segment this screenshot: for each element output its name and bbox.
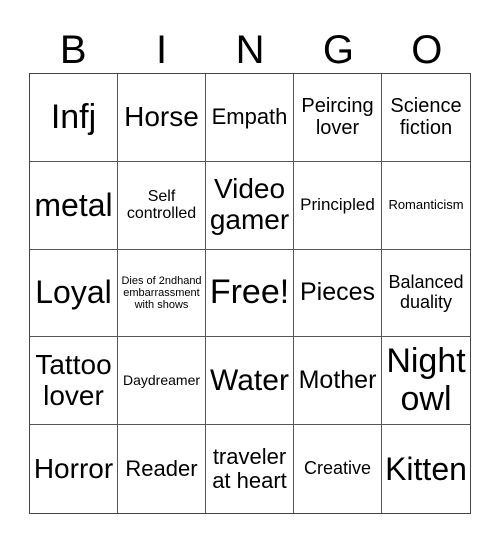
bingo-cell[interactable]: Horror [30, 425, 118, 513]
bingo-cell-text: Night owl [386, 342, 466, 418]
bingo-cell-text: Reader [125, 456, 198, 481]
bingo-cell[interactable]: Night owl [382, 337, 470, 426]
header-letter-g: G [322, 28, 354, 72]
bingo-cell-text: traveler at heart [212, 443, 287, 494]
bingo-cell-text: Daydreamer [122, 372, 201, 389]
bingo-cell-text: metal [34, 186, 113, 223]
bingo-cell[interactable]: Free! [206, 249, 294, 338]
bingo-cell[interactable]: Pieces [294, 249, 382, 338]
bingo-cell[interactable]: Principled [294, 161, 382, 250]
bingo-cell-text: Creative [303, 458, 372, 479]
bingo-cell-text: Balanced duality [388, 272, 464, 312]
bingo-cell[interactable]: traveler at heart [206, 425, 294, 513]
bingo-cell-text: Kitten [385, 450, 467, 487]
bingo-cell[interactable]: Romanticism [382, 162, 470, 250]
header-letter-o: O [411, 28, 443, 72]
bingo-cell-text: Loyal [35, 274, 112, 311]
bingo-cell[interactable]: metal [30, 161, 118, 250]
bingo-cell[interactable]: Loyal [30, 249, 118, 338]
header-letter-b: B [59, 28, 87, 72]
header-letter-i: I [156, 28, 168, 72]
bingo-cell[interactable]: Mother [294, 337, 382, 426]
bingo-cell[interactable]: Water [206, 337, 294, 426]
header-letter-n: N [235, 28, 265, 72]
bingo-cell-text: Tattoo lover [35, 348, 112, 411]
bingo-cell[interactable]: Reader [118, 425, 206, 513]
bingo-cell[interactable]: Empath [206, 74, 294, 162]
bingo-cell[interactable]: Peircing lover [294, 74, 382, 162]
bingo-cell[interactable]: Science fiction [382, 74, 470, 162]
bingo-cell-text: Peircing lover [301, 95, 374, 140]
bingo-cell-text: Pieces [299, 278, 376, 307]
bingo-cell-text: Horse [124, 101, 199, 132]
bingo-cell-text: Empath [211, 104, 288, 130]
bingo-header: B I N G O [29, 28, 471, 73]
bingo-cell-text: Dies of 2ndhand embarrassment with shows [121, 274, 202, 312]
bingo-cell[interactable]: Tattoo lover [30, 337, 118, 426]
bingo-cell-text: Principled [300, 194, 375, 214]
bingo-cell[interactable]: Kitten [382, 425, 470, 513]
bingo-cell[interactable]: Horse [118, 74, 206, 162]
bingo-cell[interactable]: Infj [30, 74, 118, 162]
bingo-cell[interactable]: Video gamer [206, 161, 294, 250]
bingo-cell-text: Romanticism [388, 197, 464, 213]
bingo-cell[interactable]: Daydreamer [118, 337, 206, 426]
bingo-cell[interactable]: Creative [294, 425, 382, 513]
bingo-cell-text: Self controlled [126, 187, 197, 223]
bingo-cell[interactable]: Self controlled [118, 161, 206, 250]
bingo-cell-text: Water [210, 364, 289, 398]
bingo-cell[interactable]: Balanced duality [382, 250, 470, 338]
bingo-cell-text: Science fiction [390, 95, 462, 140]
bingo-cell-text: Free! [209, 273, 290, 312]
bingo-cell-text: Video gamer [209, 173, 290, 236]
bingo-cell[interactable]: Dies of 2ndhand embarrassment with shows [118, 249, 206, 338]
bingo-card: Infj Horse Empath Peircing lover Science fic… [29, 73, 471, 514]
bingo-cell-text: Infj [50, 97, 97, 136]
bingo-cell-text: Horror [33, 452, 114, 484]
bingo-cell-text: Mother [298, 366, 377, 395]
